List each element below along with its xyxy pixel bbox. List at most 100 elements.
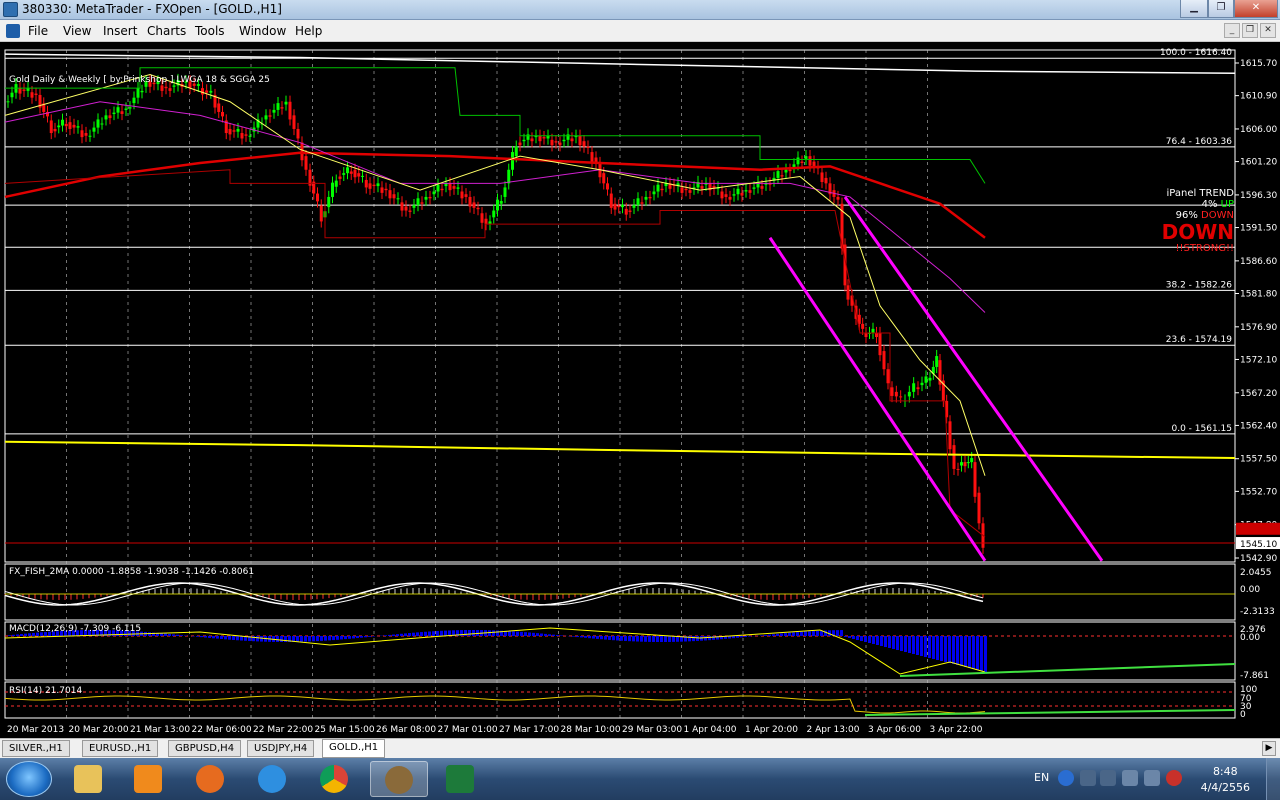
- tray-tool-icon[interactable]: [1080, 770, 1096, 786]
- taskbar-firefox[interactable]: [182, 761, 240, 797]
- tab-scroll-right-button[interactable]: ▶: [1262, 741, 1276, 756]
- price-tick-label: 1562.40: [1240, 421, 1277, 431]
- mdi-restore-button[interactable]: ❐: [1242, 23, 1258, 38]
- close-button[interactable]: ✕: [1234, 0, 1278, 18]
- candle-body: [376, 183, 380, 187]
- menu-window[interactable]: Window: [239, 24, 286, 38]
- tab-gbpusd[interactable]: GBPUSD,H4: [168, 740, 242, 757]
- time-tick-label: 28 Mar 10:00: [561, 725, 621, 735]
- candle-body: [924, 376, 928, 383]
- network-icon[interactable]: [1144, 770, 1160, 786]
- candle-body: [18, 88, 22, 94]
- macd-bar: [400, 633, 403, 636]
- candle-body: [68, 122, 72, 129]
- macd-bar: [208, 636, 211, 638]
- menu-tools[interactable]: Tools: [195, 24, 225, 38]
- macd-bar: [872, 636, 875, 644]
- menu-help[interactable]: Help: [295, 24, 322, 38]
- taskbar-chrome[interactable]: [306, 761, 364, 797]
- candle-body: [396, 198, 400, 200]
- macd-bar: [768, 634, 771, 636]
- macd-bar: [860, 636, 863, 641]
- tab-usdjpy[interactable]: USDJPY,H4: [247, 740, 315, 757]
- macd-bar: [204, 636, 207, 638]
- volume-icon[interactable]: [1166, 770, 1182, 786]
- power-icon[interactable]: [1122, 770, 1138, 786]
- tab-silver[interactable]: SILVER.,H1: [2, 740, 70, 757]
- menu-file[interactable]: File: [28, 24, 48, 38]
- candle-body: [136, 88, 140, 98]
- candle-body: [558, 142, 562, 146]
- menu-insert[interactable]: Insert: [103, 24, 137, 38]
- candle-body: [820, 172, 824, 182]
- candle-body: [784, 169, 788, 173]
- macd-bar: [464, 630, 467, 636]
- fish-tick: 0.00: [1240, 585, 1260, 595]
- menu-charts[interactable]: Charts: [147, 24, 186, 38]
- macd-bar: [784, 633, 787, 636]
- candle-body: [907, 391, 911, 397]
- candle-body: [748, 190, 752, 193]
- taskbar-internet-explorer[interactable]: [244, 761, 302, 797]
- ipanel-title: iPanel TREND: [1166, 188, 1235, 199]
- macd-bar: [976, 636, 979, 670]
- macd-bar: [344, 636, 347, 640]
- macd-bar: [308, 636, 311, 642]
- candle-body: [899, 396, 903, 398]
- tray-clock[interactable]: 8:48 4/4/2556: [1201, 764, 1250, 796]
- price-tick-label: 1615.70: [1240, 59, 1277, 69]
- candle-body: [209, 90, 213, 93]
- macd-bar: [844, 636, 847, 637]
- macd-bar: [696, 636, 699, 641]
- macd-bar: [896, 636, 899, 650]
- candle-body: [514, 146, 518, 157]
- macd-bar: [580, 636, 583, 638]
- candle-body: [172, 85, 176, 87]
- tab-eurusd[interactable]: EURUSD.,H1: [82, 740, 159, 757]
- macd-bar: [324, 636, 327, 641]
- language-indicator[interactable]: EN: [1034, 771, 1049, 784]
- macd-bar: [804, 631, 807, 636]
- candle-body: [460, 191, 464, 199]
- menu-view[interactable]: View: [63, 24, 91, 38]
- candle-body: [57, 125, 61, 128]
- price-chart[interactable]: 100.0 - 1616.40 76.4 - 1603.36 38.2 - 1582…: [0, 42, 1280, 738]
- candle-body: [361, 175, 364, 177]
- tab-gold[interactable]: GOLD.,H1: [322, 739, 386, 758]
- chart-header: Gold Daily & Weekly [ by:Prinkshop ] LWG…: [9, 75, 270, 85]
- taskbar-excel[interactable]: [432, 761, 490, 797]
- candle-body: [484, 218, 488, 225]
- macd-bar: [848, 636, 851, 638]
- chart-window[interactable]: 100.0 - 1616.40 76.4 - 1603.36 38.2 - 1582…: [0, 42, 1280, 738]
- candle-body: [522, 139, 526, 142]
- chart-document-icon[interactable]: [6, 24, 20, 38]
- macd-bar: [880, 636, 883, 646]
- macd-bar: [940, 636, 943, 661]
- title-bar[interactable]: 380330: MetaTrader - FXOpen - [GOLD.,H1]…: [0, 0, 1280, 20]
- candle-body: [562, 139, 566, 142]
- show-desktop-button[interactable]: [1266, 758, 1280, 800]
- macd-bar: [628, 636, 631, 642]
- taskbar-media-player[interactable]: [120, 761, 178, 797]
- time-tick-label: 21 Mar 13:00: [130, 725, 190, 735]
- help-icon[interactable]: [1058, 770, 1074, 786]
- macd-bar: [648, 636, 651, 642]
- start-button[interactable]: [6, 761, 52, 797]
- macd-bar: [572, 636, 575, 637]
- taskbar-file-explorer[interactable]: [60, 761, 118, 797]
- mdi-close-button[interactable]: ✕: [1260, 23, 1276, 38]
- candle-body: [890, 387, 894, 396]
- taskbar-metatrader[interactable]: [370, 761, 428, 797]
- price-tick-label: 1601.20: [1240, 158, 1277, 168]
- macd-bar: [508, 631, 511, 636]
- candle-body: [140, 90, 144, 93]
- macd-bar: [760, 635, 763, 636]
- macd-bar: [924, 636, 927, 657]
- maximize-button[interactable]: ❐: [1208, 0, 1234, 18]
- show-hidden-icons-icon[interactable]: [1100, 770, 1116, 786]
- macd-bar: [416, 632, 419, 636]
- minimize-button[interactable]: ▁: [1180, 0, 1208, 18]
- mdi-minimize-button[interactable]: _: [1224, 23, 1240, 38]
- candle-body: [920, 382, 924, 386]
- macd-bar: [148, 632, 151, 636]
